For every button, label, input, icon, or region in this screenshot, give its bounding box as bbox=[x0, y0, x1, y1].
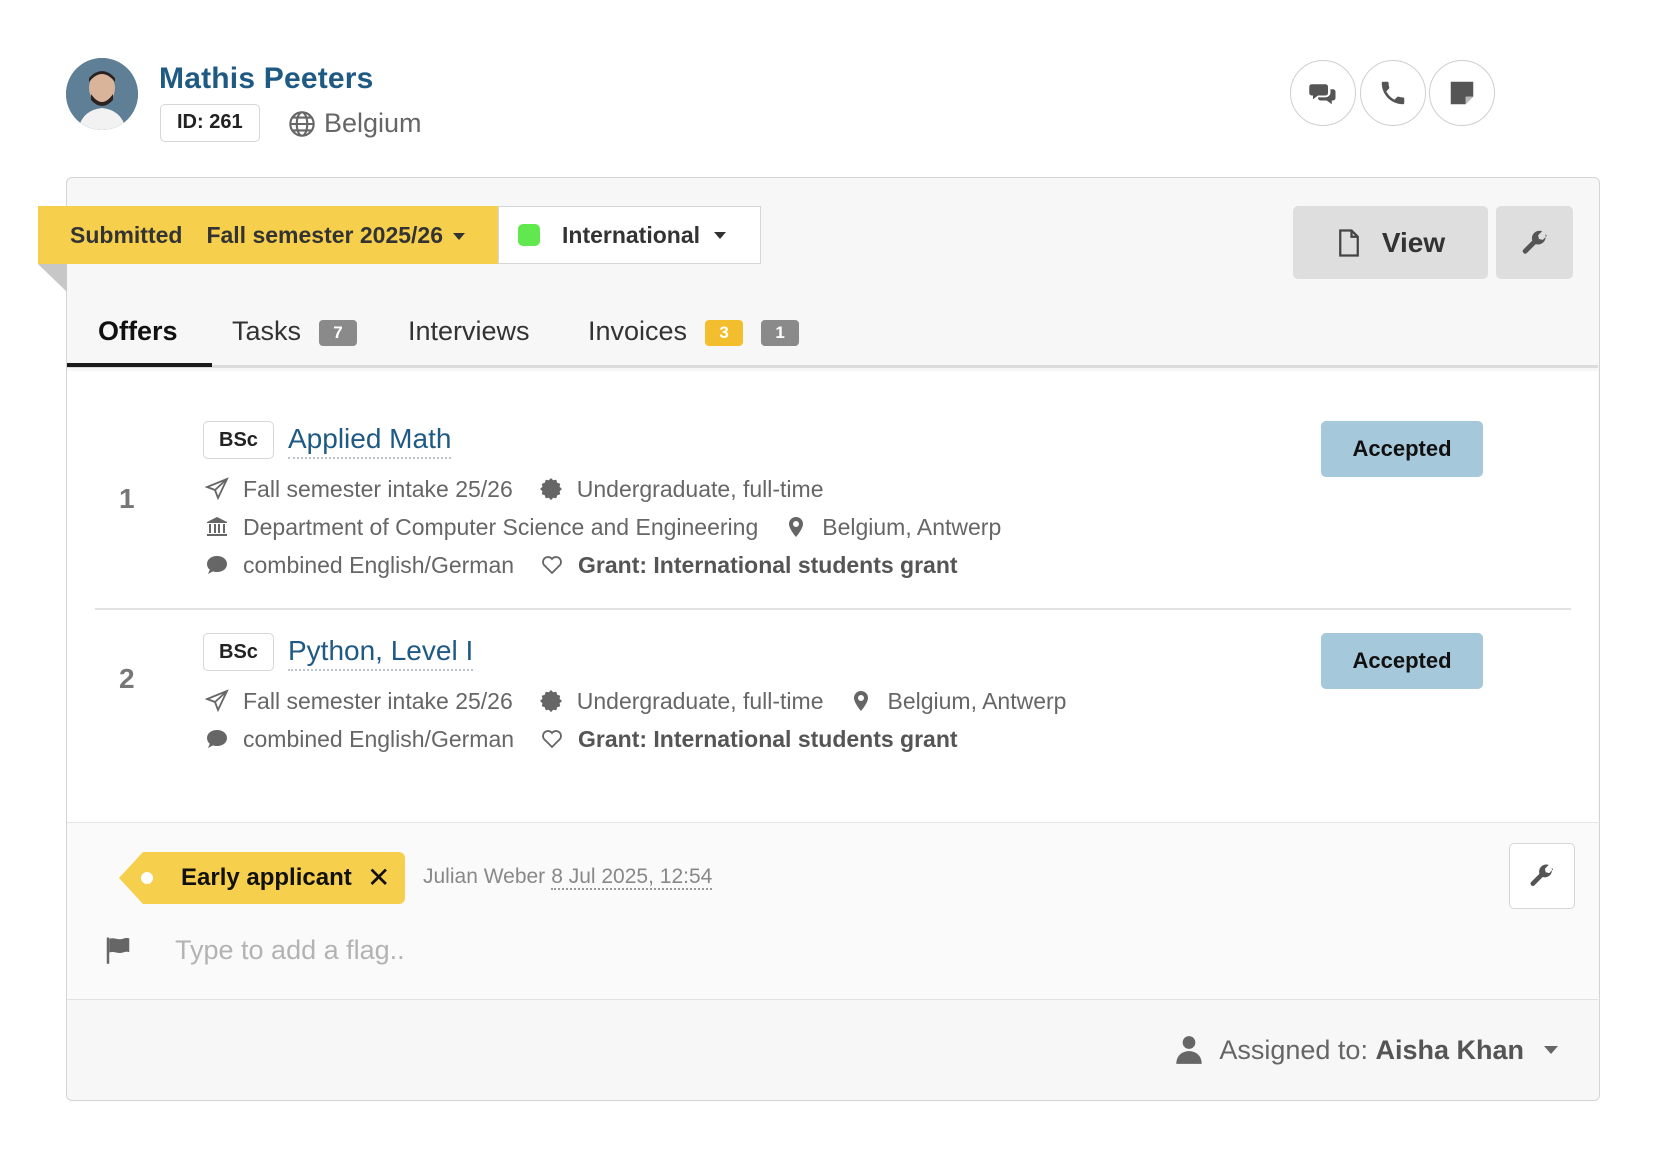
degree-badge: BSc bbox=[203, 633, 274, 671]
offer-meta-row: Department of Computer Science and Engin… bbox=[205, 511, 1027, 543]
offer-intake: Fall semester intake 25/26 bbox=[205, 688, 513, 715]
view-label: View bbox=[1381, 226, 1446, 258]
offer-number: 2 bbox=[119, 663, 135, 694]
avatar[interactable] bbox=[66, 58, 138, 130]
view-button[interactable]: View bbox=[1293, 206, 1488, 279]
offer-meta-row: combined English/German Grant: Internati… bbox=[205, 549, 984, 581]
caret-down-icon bbox=[1544, 1046, 1558, 1054]
offer-location: Belgium, Antwerp bbox=[784, 514, 1001, 541]
heart-icon bbox=[542, 730, 562, 749]
country-label: Belgium bbox=[324, 108, 422, 138]
applicant-id-badge: ID: 261 bbox=[160, 104, 260, 142]
speech-bubble-icon bbox=[207, 730, 227, 748]
status-label: Submitted bbox=[70, 221, 183, 248]
paper-plane-icon bbox=[205, 689, 229, 713]
status-ribbon[interactable]: Submitted Fall semester 2025/26 bbox=[38, 206, 498, 264]
flag-tag-label: Early applicant bbox=[181, 864, 352, 891]
offer-department: Department of Computer Science and Engin… bbox=[205, 514, 758, 541]
invoices-pending-badge: 3 bbox=[705, 320, 744, 346]
offer-meta-row: combined English/German Grant: Internati… bbox=[205, 723, 984, 755]
tab-offers[interactable]: Offers bbox=[98, 308, 178, 368]
chat-icon bbox=[1309, 84, 1336, 105]
offer-meta-row: Fall semester intake 25/26 Undergraduate… bbox=[205, 685, 1092, 717]
caret-down-icon bbox=[453, 232, 466, 240]
offer-title-link[interactable]: Applied Math bbox=[288, 421, 452, 459]
chat-button[interactable] bbox=[1290, 60, 1356, 126]
flag-tag-meta: Julian Weber 8 Jul 2025, 12:54 bbox=[423, 865, 713, 890]
offer-intake: Fall semester intake 25/26 bbox=[205, 476, 513, 503]
institution-icon bbox=[207, 517, 227, 536]
phone-icon bbox=[1381, 81, 1405, 105]
tab-invoices[interactable]: Invoices 3 1 bbox=[588, 308, 800, 368]
flag-tag-early-applicant[interactable]: Early applicant ✕ bbox=[119, 852, 405, 904]
flags-settings-button[interactable] bbox=[1509, 843, 1575, 909]
note-button[interactable] bbox=[1429, 60, 1495, 126]
applicant-name[interactable]: Mathis Peeters bbox=[159, 62, 374, 96]
offer-level: Undergraduate, full-time bbox=[539, 476, 823, 503]
offer-number: 1 bbox=[119, 483, 135, 514]
tasks-count-badge: 7 bbox=[319, 320, 358, 346]
flag-author: Julian Weber bbox=[423, 865, 546, 888]
speech-bubble-icon bbox=[207, 556, 227, 574]
wrench-icon bbox=[1530, 864, 1554, 886]
offer-language: combined English/German bbox=[205, 726, 514, 753]
map-marker-icon bbox=[854, 691, 869, 711]
flag-date: 8 Jul 2025, 12:54 bbox=[551, 865, 713, 890]
document-icon bbox=[1338, 228, 1359, 257]
active-tab-underline bbox=[67, 363, 212, 367]
semester-dropdown[interactable]: Fall semester 2025/26 bbox=[206, 222, 466, 249]
assignee-name: Aisha Khan bbox=[1375, 1034, 1524, 1065]
offer-grant: Grant: International students grant bbox=[540, 726, 958, 753]
application-card: Submitted Fall semester 2025/26 Internat… bbox=[38, 177, 1600, 1101]
certificate-icon bbox=[539, 478, 562, 501]
wrench-icon bbox=[1522, 230, 1547, 254]
applicant-header: Mathis Peeters ID: 261 Belgium bbox=[66, 58, 1600, 148]
remove-flag-icon[interactable]: ✕ bbox=[367, 861, 390, 894]
user-icon bbox=[1176, 1036, 1203, 1064]
offer-status-accepted[interactable]: Accepted bbox=[1321, 633, 1483, 689]
offers-list: 1 BSc Applied Math Fall semester intake … bbox=[67, 371, 1598, 822]
assigned-label: Assigned to: Aisha Khan bbox=[1219, 1034, 1524, 1065]
tab-bar: Offers Tasks 7 Interviews Invoices 3 1 bbox=[67, 308, 1598, 368]
offer-title-link[interactable]: Python, Level I bbox=[288, 633, 474, 671]
degree-badge: BSc bbox=[203, 421, 274, 459]
settings-wrench-button[interactable] bbox=[1496, 206, 1573, 279]
offer-grant: Grant: International students grant bbox=[540, 552, 958, 579]
invoices-count-badge: 1 bbox=[761, 320, 800, 346]
offer-level: Undergraduate, full-time bbox=[539, 688, 823, 715]
category-color-dot bbox=[518, 224, 540, 246]
ribbon-fold bbox=[38, 264, 67, 292]
offer-status-accepted[interactable]: Accepted bbox=[1321, 421, 1483, 477]
category-label: International bbox=[562, 221, 701, 248]
certificate-icon bbox=[539, 690, 562, 713]
flags-section: Early applicant ✕ Julian Weber 8 Jul 2025… bbox=[67, 822, 1598, 1000]
sticky-note-icon bbox=[1450, 81, 1474, 105]
tab-tasks[interactable]: Tasks 7 bbox=[232, 308, 358, 368]
offer-divider bbox=[95, 608, 1571, 610]
add-flag-input[interactable] bbox=[175, 925, 975, 975]
phone-button[interactable] bbox=[1360, 60, 1426, 126]
applicant-country: Belgium bbox=[288, 108, 422, 139]
offer-language: combined English/German bbox=[205, 552, 514, 579]
flag-icon bbox=[106, 937, 130, 964]
category-dropdown[interactable]: International bbox=[498, 206, 761, 264]
tab-interviews[interactable]: Interviews bbox=[408, 308, 530, 368]
offer-meta-row: Fall semester intake 25/26 Undergraduate… bbox=[205, 473, 849, 505]
heart-icon bbox=[542, 556, 562, 575]
offer-location: Belgium, Antwerp bbox=[849, 688, 1066, 715]
globe-icon bbox=[289, 110, 315, 137]
paper-plane-icon bbox=[205, 477, 229, 501]
tag-hole bbox=[141, 872, 153, 884]
assignment-footer[interactable]: Assigned to: Aisha Khan bbox=[67, 1000, 1598, 1100]
map-marker-icon bbox=[789, 517, 804, 537]
caret-down-icon bbox=[714, 231, 727, 239]
